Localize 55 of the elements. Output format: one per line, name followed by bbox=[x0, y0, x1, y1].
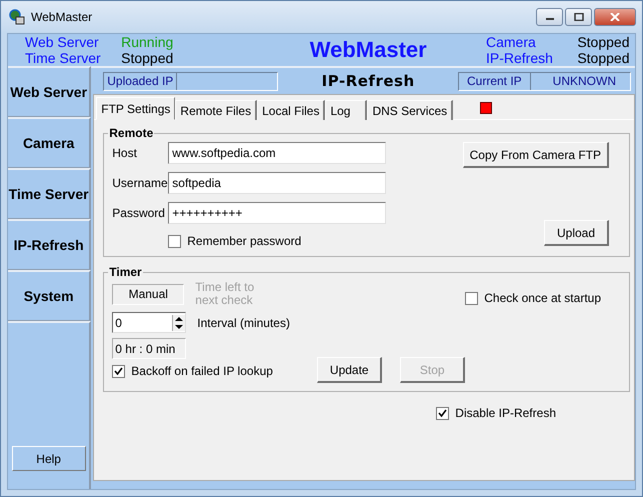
maximize-button[interactable] bbox=[565, 8, 592, 26]
remaining-time-display: 0 hr : 0 min bbox=[112, 338, 186, 359]
service-status: Running bbox=[121, 34, 174, 50]
section-title: IP-Refresh bbox=[320, 72, 416, 90]
tab[interactable]: FTP Settings bbox=[96, 97, 176, 120]
service-label: Camera bbox=[486, 34, 537, 50]
checkbox[interactable] bbox=[112, 364, 126, 378]
sidebar-item[interactable]: Camera bbox=[8, 117, 92, 168]
current-ip-label: Current IP bbox=[458, 72, 531, 90]
time-left-label: Time left to next check bbox=[195, 281, 256, 307]
field-label: Username bbox=[112, 176, 168, 190]
input-field[interactable]: ++++++++++ bbox=[168, 202, 386, 224]
interval-spinner[interactable]: 0 bbox=[112, 312, 186, 333]
service-label: Time Server bbox=[25, 50, 102, 66]
service-status: Stopped bbox=[577, 50, 630, 66]
close-button[interactable] bbox=[594, 8, 636, 26]
tab[interactable]: DNS Services bbox=[367, 100, 454, 120]
checkbox[interactable] bbox=[168, 234, 182, 248]
close-icon bbox=[610, 13, 620, 21]
tab[interactable]: Remote Files bbox=[175, 100, 258, 120]
app-title: WebMaster bbox=[308, 37, 428, 63]
input-field[interactable]: www.softpedia.com bbox=[168, 142, 386, 164]
timer-button[interactable]: Update bbox=[317, 357, 382, 383]
field-label: Host bbox=[112, 146, 138, 160]
copy-button[interactable]: Copy From Camera FTP bbox=[462, 142, 609, 168]
help-button[interactable]: Help bbox=[12, 446, 86, 471]
checkbox-label: Disable IP-Refresh bbox=[455, 406, 556, 420]
current-ip-value: UNKNOWN bbox=[552, 72, 617, 90]
upload-button[interactable]: Upload bbox=[544, 220, 609, 246]
tab[interactable]: Local Files bbox=[257, 100, 326, 120]
window-title: WebMaster bbox=[31, 10, 92, 24]
service-status: Stopped bbox=[121, 50, 174, 66]
service-status: Stopped bbox=[577, 34, 630, 50]
tab[interactable]: Log bbox=[325, 100, 368, 120]
checkbox-label: Backoff on failed IP lookup bbox=[131, 364, 273, 378]
sidebar-item[interactable]: IP-Refresh bbox=[8, 219, 92, 270]
app-icon bbox=[9, 9, 25, 25]
checkbox[interactable] bbox=[436, 406, 450, 420]
checkbox-label: Check once at startup bbox=[484, 291, 601, 305]
service-label: Web Server bbox=[25, 34, 100, 50]
group-title: Remote bbox=[108, 126, 154, 140]
input-field[interactable]: softpedia bbox=[168, 172, 386, 194]
group-title: Timer bbox=[108, 265, 143, 279]
checkbox-label: Remember password bbox=[187, 234, 302, 248]
field-label: Password bbox=[112, 206, 166, 220]
minimize-button[interactable] bbox=[536, 8, 563, 26]
sidebar-item[interactable]: Time Server bbox=[8, 168, 92, 219]
mode-display: Manual bbox=[112, 284, 184, 304]
uploaded-ip-label: Uploaded IP bbox=[104, 72, 178, 90]
service-label: IP-Refresh bbox=[486, 50, 554, 66]
maximize-icon bbox=[574, 13, 584, 21]
checkbox[interactable] bbox=[465, 292, 478, 304]
field-label: Interval (minutes) bbox=[197, 316, 290, 330]
sidebar-item[interactable]: Web Server bbox=[8, 66, 92, 117]
sidebar-item[interactable]: System bbox=[8, 270, 92, 321]
